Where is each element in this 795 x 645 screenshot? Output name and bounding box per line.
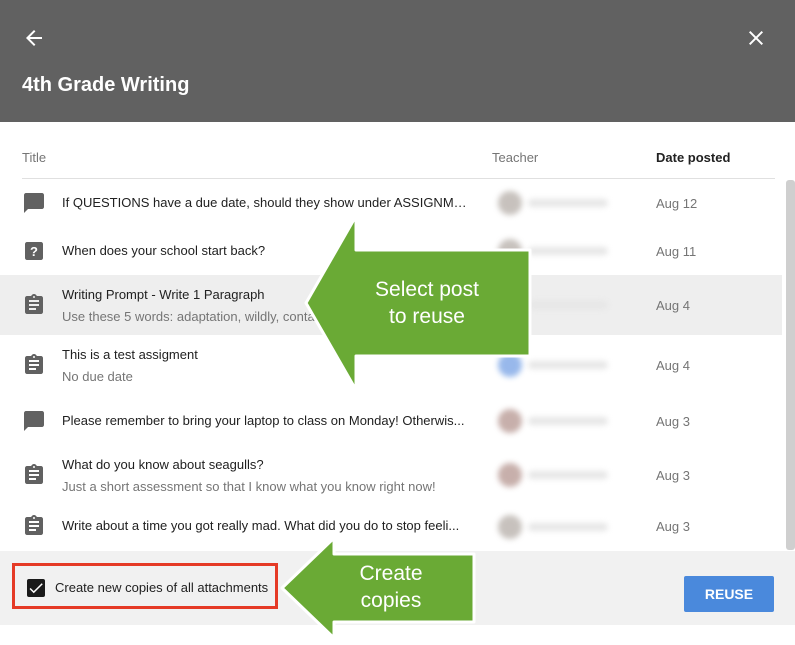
- create-copies-callout-line2: copies: [360, 589, 422, 612]
- post-date: Aug 3: [656, 519, 690, 534]
- question-stream-icon: [24, 193, 44, 213]
- post-date: Aug 3: [656, 414, 690, 429]
- select-post-callout-line2: to reuse: [389, 305, 465, 328]
- teacher-name: [528, 301, 608, 309]
- copy-attachments-highlight: Create new copies of all attachments: [12, 563, 278, 609]
- svg-text:?: ?: [30, 244, 38, 259]
- post-title: What do you know about seagulls?: [62, 457, 264, 472]
- checkmark-icon: [29, 583, 43, 594]
- column-header-date[interactable]: Date posted: [656, 150, 730, 165]
- post-date: Aug 11: [656, 244, 697, 259]
- post-title: Write about a time you got really mad. W…: [62, 518, 460, 533]
- question-icon: ?: [25, 242, 43, 260]
- post-title: Please remember to bring your laptop to …: [62, 413, 465, 428]
- page-title: 4th Grade Writing: [22, 74, 190, 96]
- post-date: Aug 4: [656, 298, 690, 313]
- teacher-name: [528, 417, 608, 425]
- reuse-button[interactable]: REUSE: [684, 576, 774, 612]
- teacher-name: [528, 199, 608, 207]
- assignment-icon: [25, 515, 43, 535]
- close-icon[interactable]: [744, 26, 768, 50]
- scrollbar[interactable]: [786, 180, 795, 550]
- select-post-callout-line1: Select post: [375, 278, 479, 301]
- teacher-name: [528, 361, 608, 369]
- assignment-icon: [25, 294, 43, 314]
- avatar: [498, 409, 522, 433]
- teacher-name: [528, 471, 608, 479]
- assignment-icon: [25, 354, 43, 374]
- dialog-header: 4th Grade Writing: [0, 0, 795, 122]
- teacher-name: [528, 247, 608, 255]
- post-row[interactable]: Please remember to bring your laptop to …: [0, 397, 782, 445]
- post-date: Aug 3: [656, 468, 690, 483]
- copy-attachments-label[interactable]: Create new copies of all attachments: [55, 580, 268, 595]
- post-date: Aug 12: [656, 196, 698, 211]
- teacher-cell: [492, 507, 632, 547]
- column-header-teacher[interactable]: Teacher: [492, 150, 538, 165]
- avatar: [498, 463, 522, 487]
- arrow-back-icon[interactable]: [22, 26, 46, 50]
- teacher-cell: [492, 455, 632, 495]
- post-subtitle: Just a short assessment so that I know w…: [62, 479, 436, 494]
- avatar: [498, 515, 522, 539]
- create-copies-callout-line1: Create: [359, 562, 423, 585]
- announcement-icon: [24, 411, 44, 431]
- column-header-title[interactable]: Title: [22, 150, 46, 165]
- copy-attachments-checkbox[interactable]: [27, 579, 45, 597]
- teacher-cell: [492, 401, 632, 441]
- assignment-icon: [25, 464, 43, 484]
- post-row[interactable]: What do you know about seagulls? Just a …: [0, 445, 782, 507]
- post-date: Aug 4: [656, 358, 690, 373]
- teacher-name: [528, 523, 608, 531]
